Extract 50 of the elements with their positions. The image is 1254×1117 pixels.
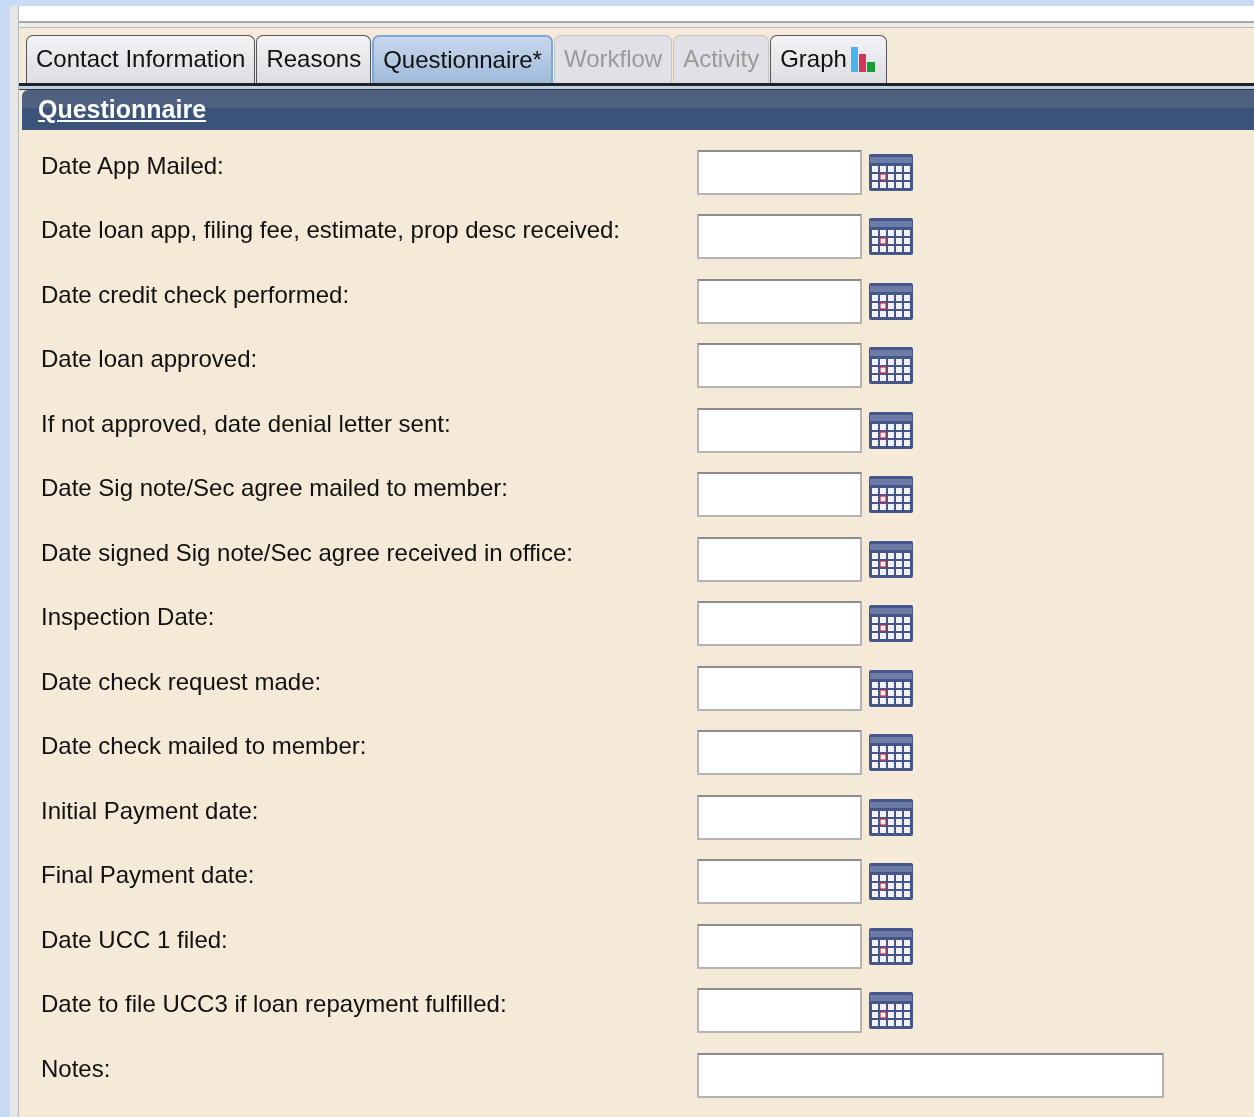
tab[interactable]: Questionnaire*: [372, 34, 553, 83]
field-label: Date signed Sig note/Sec agree received in office:: [41, 537, 574, 567]
calendar-icon[interactable]: [868, 990, 914, 1030]
calendar-icon[interactable]: [868, 796, 914, 837]
field-label: Date Sig note/Sec agree mailed to member:: [41, 473, 509, 502]
calendar-icon[interactable]: [868, 474, 914, 514]
calendar-icon[interactable]: [868, 861, 914, 901]
field-label: Date credit check performed:: [41, 279, 351, 309]
tab[interactable]: Contact Information: [26, 34, 256, 83]
date-field[interactable]: [697, 601, 862, 646]
date-field[interactable]: [697, 407, 862, 453]
field-label: Date App Mailed:: [41, 150, 225, 180]
field-label: Date check mailed to member:: [41, 731, 368, 760]
calendar-icon[interactable]: [868, 151, 914, 192]
field-label: Inspection Date:: [41, 602, 216, 631]
calendar-icon[interactable]: [868, 603, 914, 643]
field-label: Date loan approved:: [41, 344, 259, 373]
field-label: Date UCC 1 filed:: [41, 924, 229, 954]
calendar-icon[interactable]: [868, 925, 914, 966]
field-label: Notes:: [41, 1053, 112, 1083]
calendar-icon[interactable]: [868, 732, 914, 772]
date-field[interactable]: [697, 665, 862, 711]
field-label: Final Payment date:: [41, 860, 256, 889]
date-field[interactable]: [697, 278, 862, 324]
calendar-icon[interactable]: [868, 538, 914, 579]
calendar-icon[interactable]: [868, 345, 914, 385]
calendar-icon[interactable]: [868, 409, 914, 450]
notes-field[interactable]: [697, 1052, 1164, 1098]
field-label: Initial Payment date:: [41, 795, 260, 825]
bar-chart-icon: [849, 45, 877, 73]
date-field[interactable]: [697, 794, 862, 840]
section-title[interactable]: Questionnaire: [38, 95, 207, 124]
date-field[interactable]: [697, 343, 862, 388]
field-label: Date check request made:: [41, 666, 323, 696]
date-field[interactable]: [697, 472, 862, 517]
field-label: Date to file UCC3 if loan repayment fulfilled:: [41, 989, 508, 1018]
tab[interactable]: Reasons: [256, 34, 372, 83]
date-field[interactable]: [697, 859, 862, 904]
date-field[interactable]: [697, 923, 862, 969]
calendar-icon[interactable]: [868, 667, 914, 708]
field-label: Date loan app, filing fee, estimate, prop desc received:: [41, 215, 621, 244]
date-field[interactable]: [697, 536, 862, 582]
tab[interactable]: Graph: [770, 34, 887, 83]
date-field[interactable]: [697, 730, 862, 775]
calendar-icon[interactable]: [868, 280, 914, 321]
date-field[interactable]: [697, 149, 862, 195]
field-label: If not approved, date denial letter sent:: [41, 408, 452, 438]
date-field[interactable]: [697, 214, 862, 259]
calendar-icon[interactable]: [868, 216, 914, 256]
date-field[interactable]: [697, 988, 862, 1033]
